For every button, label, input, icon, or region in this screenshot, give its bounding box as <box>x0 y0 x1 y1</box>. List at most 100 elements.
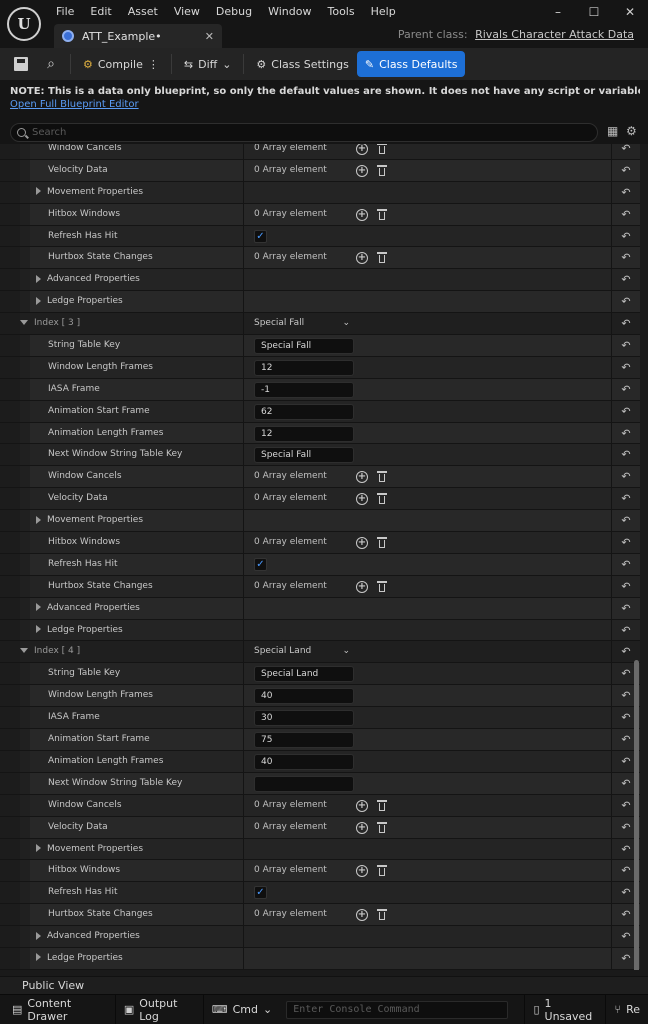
content-drawer-button[interactable]: ▤ Content Drawer <box>4 994 116 1024</box>
unreal-logo-icon[interactable]: U <box>7 7 41 41</box>
add-element-icon[interactable]: + <box>356 799 368 812</box>
text-field[interactable]: Special Fall <box>254 447 354 464</box>
browse-button[interactable]: ⌕ <box>36 51 66 77</box>
index-combo[interactable]: Special Land ⌄ <box>254 641 350 662</box>
search-box[interactable] <box>10 123 598 142</box>
menu-help[interactable]: Help <box>363 0 404 24</box>
reset-to-default-icon[interactable]: ↶ <box>611 203 640 225</box>
save-button[interactable] <box>6 51 36 77</box>
menu-edit[interactable]: Edit <box>82 0 119 24</box>
text-field[interactable]: 75 <box>254 732 354 749</box>
group-expander[interactable]: Movement Properties <box>30 844 143 854</box>
reset-to-default-icon[interactable]: ↶ <box>611 225 640 247</box>
checkbox[interactable]: ✓ <box>254 229 267 243</box>
menu-file[interactable]: File <box>48 0 82 24</box>
compile-options-icon[interactable]: ⋮ <box>148 58 159 71</box>
add-element-icon[interactable]: + <box>356 208 368 221</box>
output-log-button[interactable]: ▣ Output Log <box>116 994 204 1024</box>
checkbox[interactable]: ✓ <box>254 557 267 571</box>
text-field[interactable]: Special Land <box>254 666 354 683</box>
reset-to-default-icon[interactable]: ↶ <box>611 159 640 181</box>
add-element-icon[interactable]: + <box>356 865 368 878</box>
class-settings-button[interactable]: ⚙ Class Settings <box>248 51 356 77</box>
text-field[interactable]: -1 <box>254 381 354 398</box>
group-expander[interactable]: Ledge Properties <box>30 625 123 635</box>
add-element-icon[interactable]: + <box>356 580 368 593</box>
close-window-button[interactable]: ✕ <box>612 0 648 24</box>
reset-to-default-icon[interactable]: ↶ <box>611 181 640 203</box>
text-field[interactable]: 62 <box>254 403 354 420</box>
text-field[interactable]: 12 <box>254 359 354 376</box>
trash-icon[interactable] <box>377 493 387 505</box>
scrollbar[interactable] <box>634 660 639 970</box>
checkbox[interactable]: ✓ <box>254 886 267 900</box>
expand-arrow-icon[interactable] <box>20 320 28 326</box>
reset-to-default-icon[interactable]: ↶ <box>611 422 640 444</box>
menu-tools[interactable]: Tools <box>319 0 362 24</box>
class-defaults-button[interactable]: ✎ Class Defaults <box>356 51 466 77</box>
reset-to-default-icon[interactable]: ↶ <box>611 466 640 488</box>
settings-gear-icon[interactable]: ⚙ <box>626 124 637 138</box>
reset-to-default-icon[interactable]: ↶ <box>611 356 640 378</box>
text-field[interactable]: 40 <box>254 753 354 770</box>
group-expander[interactable]: Ledge Properties <box>30 296 123 306</box>
group-expander[interactable]: Advanced Properties <box>30 931 140 941</box>
text-field[interactable] <box>254 775 354 792</box>
add-element-icon[interactable]: + <box>356 252 368 265</box>
reset-to-default-icon[interactable]: ↶ <box>611 291 640 313</box>
reset-to-default-icon[interactable]: ↶ <box>611 575 640 597</box>
reset-to-default-icon[interactable]: ↶ <box>611 488 640 510</box>
add-element-icon[interactable]: + <box>356 144 368 155</box>
trash-icon[interactable] <box>377 144 387 155</box>
trash-icon[interactable] <box>377 909 387 921</box>
diff-button[interactable]: ⇆ Diff ⌄ <box>176 51 240 77</box>
public-view-toggle[interactable]: Public View <box>0 976 648 994</box>
reset-to-default-icon[interactable]: ↶ <box>611 444 640 466</box>
add-element-icon[interactable]: + <box>356 471 368 484</box>
reset-to-default-icon[interactable]: ↶ <box>611 553 640 575</box>
table-view-icon[interactable]: ▦ <box>607 124 618 138</box>
trash-icon[interactable] <box>377 252 387 264</box>
trash-icon[interactable] <box>377 821 387 834</box>
trash-icon[interactable] <box>377 208 387 221</box>
reset-to-default-icon[interactable]: ↶ <box>611 400 640 422</box>
group-expander[interactable]: Movement Properties <box>30 187 143 197</box>
text-field[interactable]: 30 <box>254 710 354 727</box>
add-element-icon[interactable]: + <box>356 537 368 550</box>
search-input[interactable] <box>32 127 552 138</box>
menu-view[interactable]: View <box>166 0 208 24</box>
cmd-dropdown[interactable]: ⌨ Cmd ⌄ <box>204 995 281 1024</box>
reset-to-default-icon[interactable]: ↶ <box>611 269 640 291</box>
trash-icon[interactable] <box>377 164 387 177</box>
text-field[interactable]: Special Fall <box>254 338 354 355</box>
trash-icon[interactable] <box>377 471 387 483</box>
menu-debug[interactable]: Debug <box>208 0 260 24</box>
add-element-icon[interactable]: + <box>356 164 368 177</box>
reset-to-default-icon[interactable]: ↶ <box>611 378 640 400</box>
text-field[interactable]: 40 <box>254 688 354 705</box>
open-full-editor-link[interactable]: Open Full Blueprint Editor <box>10 99 640 110</box>
close-tab-icon[interactable]: ✕ <box>205 30 214 43</box>
group-expander[interactable]: Movement Properties <box>30 515 143 525</box>
menu-window[interactable]: Window <box>260 0 319 24</box>
reset-to-default-icon[interactable]: ↶ <box>611 144 640 159</box>
reset-to-default-icon[interactable]: ↶ <box>611 335 640 356</box>
index-combo[interactable]: Special Fall ⌄ <box>254 313 350 334</box>
compile-button[interactable]: ⚙ Compile ⋮ <box>75 51 167 77</box>
trash-icon[interactable] <box>377 865 387 877</box>
parent-class-link[interactable]: Rivals Character Attack Data <box>475 28 634 41</box>
add-element-icon[interactable]: + <box>356 821 368 834</box>
trash-icon[interactable] <box>377 799 387 812</box>
reset-to-default-icon[interactable]: ↶ <box>611 313 640 335</box>
reset-to-default-icon[interactable]: ↶ <box>611 532 640 553</box>
group-expander[interactable]: Advanced Properties <box>30 603 140 613</box>
expand-arrow-icon[interactable] <box>20 648 28 654</box>
add-element-icon[interactable]: + <box>356 493 368 506</box>
text-field[interactable]: 12 <box>254 425 354 442</box>
trash-icon[interactable] <box>377 580 387 593</box>
document-tab[interactable]: ATT_Example• ✕ <box>54 24 222 48</box>
reset-to-default-icon[interactable]: ↶ <box>611 597 640 619</box>
revision-control-button[interactable]: ⑂ Re <box>606 995 648 1024</box>
trash-icon[interactable] <box>377 537 387 549</box>
reset-to-default-icon[interactable]: ↶ <box>611 247 640 269</box>
